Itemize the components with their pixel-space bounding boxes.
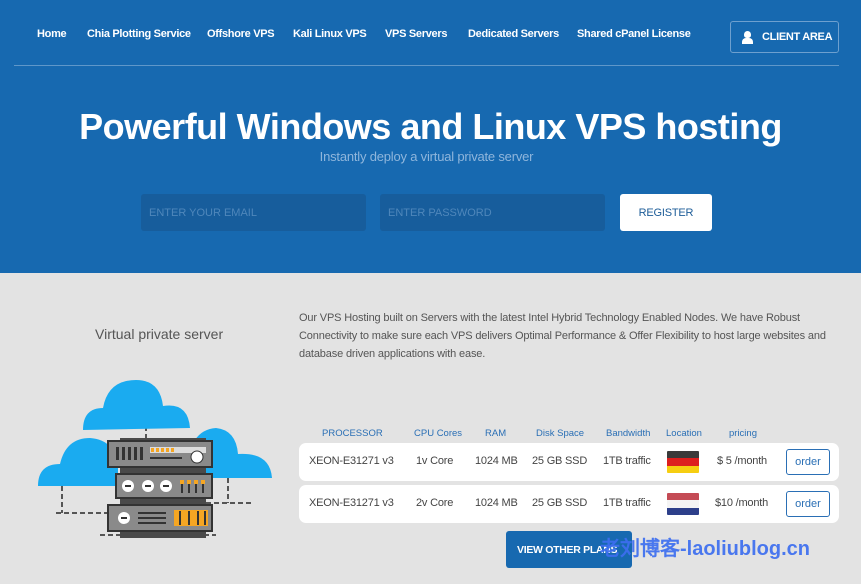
server-rack-icon xyxy=(107,438,213,538)
server-cloud-illustration xyxy=(38,380,272,538)
plan-processor: XEON-E31271 v3 xyxy=(309,455,394,467)
plan-processor: XEON-E31271 v3 xyxy=(309,497,394,509)
column-processor: PROCESSOR xyxy=(322,428,383,439)
plan-ram: 1024 MB xyxy=(475,455,518,467)
email-input[interactable] xyxy=(141,194,366,231)
column-disk-space: Disk Space xyxy=(536,428,585,439)
plan-cores: 2v Core xyxy=(416,497,454,509)
netherlands-flag-icon xyxy=(667,493,699,515)
vps-heading: Virtual private server xyxy=(95,326,224,342)
plan-ram: 1024 MB xyxy=(475,497,518,509)
user-icon xyxy=(742,30,753,44)
nav-kali-linux-vps[interactable]: Kali Linux VPS xyxy=(293,28,367,40)
password-input[interactable] xyxy=(380,194,605,231)
nav-vps-servers[interactable]: VPS Servers xyxy=(385,28,447,40)
order-button[interactable]: order xyxy=(786,491,830,517)
client-area-label: CLIENT AREA xyxy=(762,31,833,43)
plan-row: XEON-E31271 v3 1v Core 1024 MB 25 GB SSD… xyxy=(299,443,839,481)
column-pricing: pricing xyxy=(729,428,757,439)
nav-dedicated-servers[interactable]: Dedicated Servers xyxy=(468,28,559,40)
plan-bandwidth: 1TB traffic xyxy=(603,497,651,509)
plan-price: $ 5 /month xyxy=(717,455,767,467)
hero-title: Powerful Windows and Linux VPS hosting xyxy=(79,106,782,147)
plan-bandwidth: 1TB traffic xyxy=(603,455,651,467)
plan-price: $10 /month xyxy=(715,497,769,509)
nav-home[interactable]: Home xyxy=(37,28,67,40)
nav-offshore-vps[interactable]: Offshore VPS xyxy=(207,28,275,40)
top-navigation: Home Chia Plotting Service Offshore VPS … xyxy=(0,0,861,66)
nav-chia-plotting-service[interactable]: Chia Plotting Service xyxy=(87,28,191,40)
client-area-button[interactable]: CLIENT AREA xyxy=(730,21,839,53)
register-button[interactable]: REGISTER xyxy=(620,194,712,231)
order-button[interactable]: order xyxy=(786,449,830,475)
plan-disk: 25 GB SSD xyxy=(532,497,588,509)
germany-flag-icon xyxy=(667,451,699,473)
column-bandwidth: Bandwidth xyxy=(606,428,651,439)
plan-row: XEON-E31271 v3 2v Core 1024 MB 25 GB SSD… xyxy=(299,485,839,523)
plan-cores: 1v Core xyxy=(416,455,454,467)
nav-divider xyxy=(14,65,839,66)
plan-disk: 25 GB SSD xyxy=(532,455,588,467)
vps-description: Our VPS Hosting built on Servers with th… xyxy=(299,312,826,360)
hero-section: Home Chia Plotting Service Offshore VPS … xyxy=(0,0,861,273)
column-ram: RAM xyxy=(485,428,507,439)
watermark: 老刘博客-laoliublog.cn xyxy=(600,538,810,560)
hero-subtitle: Instantly deploy a virtual private serve… xyxy=(319,149,534,164)
column-location: Location xyxy=(666,428,702,439)
column-cpu-cores: CPU Cores xyxy=(414,428,463,439)
nav-shared-cpanel-license[interactable]: Shared cPanel License xyxy=(577,28,691,40)
